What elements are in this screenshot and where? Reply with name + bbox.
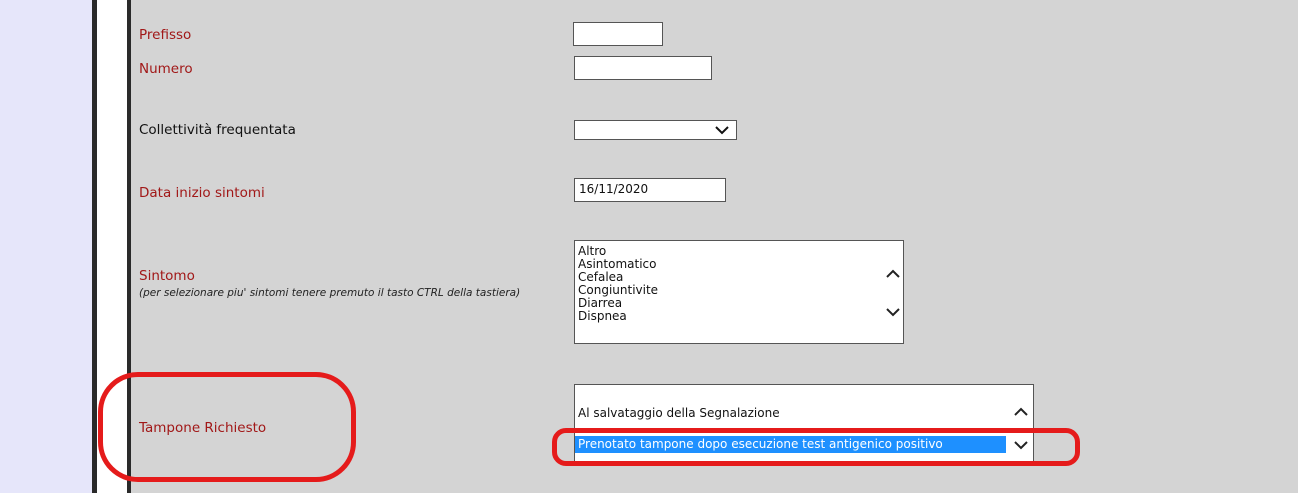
chevron-up-icon[interactable] — [884, 265, 902, 283]
list-item[interactable]: Al salvataggio della Segnalazione — [575, 405, 1033, 422]
collettivita-label: Collettività frequentata — [139, 122, 296, 138]
list-item[interactable]: Dispnea — [575, 310, 903, 323]
annotation-circle-tampone-label — [98, 372, 356, 482]
numero-input[interactable] — [574, 56, 712, 80]
collettivita-select[interactable] — [574, 120, 737, 140]
numero-label: Numero — [139, 61, 193, 77]
data-inizio-label: Data inizio sintomi — [139, 185, 265, 201]
chevron-down-icon[interactable] — [884, 303, 902, 321]
annotation-circle-selected-option — [552, 428, 1080, 466]
list-item[interactable]: Asintomatico — [575, 258, 903, 271]
sintomo-label: Sintomo — [139, 268, 195, 284]
chevron-up-icon[interactable] — [1012, 403, 1030, 421]
prefisso-input[interactable] — [573, 22, 663, 46]
prefisso-label: Prefisso — [139, 27, 192, 43]
list-item[interactable]: Congiuntivite — [575, 284, 903, 297]
sintomo-hint: (per selezionare piu' sintomi tenere pre… — [139, 287, 521, 299]
chevron-down-icon — [715, 126, 729, 135]
data-inizio-input[interactable]: 16/11/2020 — [574, 178, 726, 202]
scrollbar[interactable] — [883, 241, 903, 343]
sintomo-listbox[interactable]: Altro Asintomatico Cefalea Congiuntivite… — [574, 240, 904, 344]
left-panel — [0, 0, 92, 493]
